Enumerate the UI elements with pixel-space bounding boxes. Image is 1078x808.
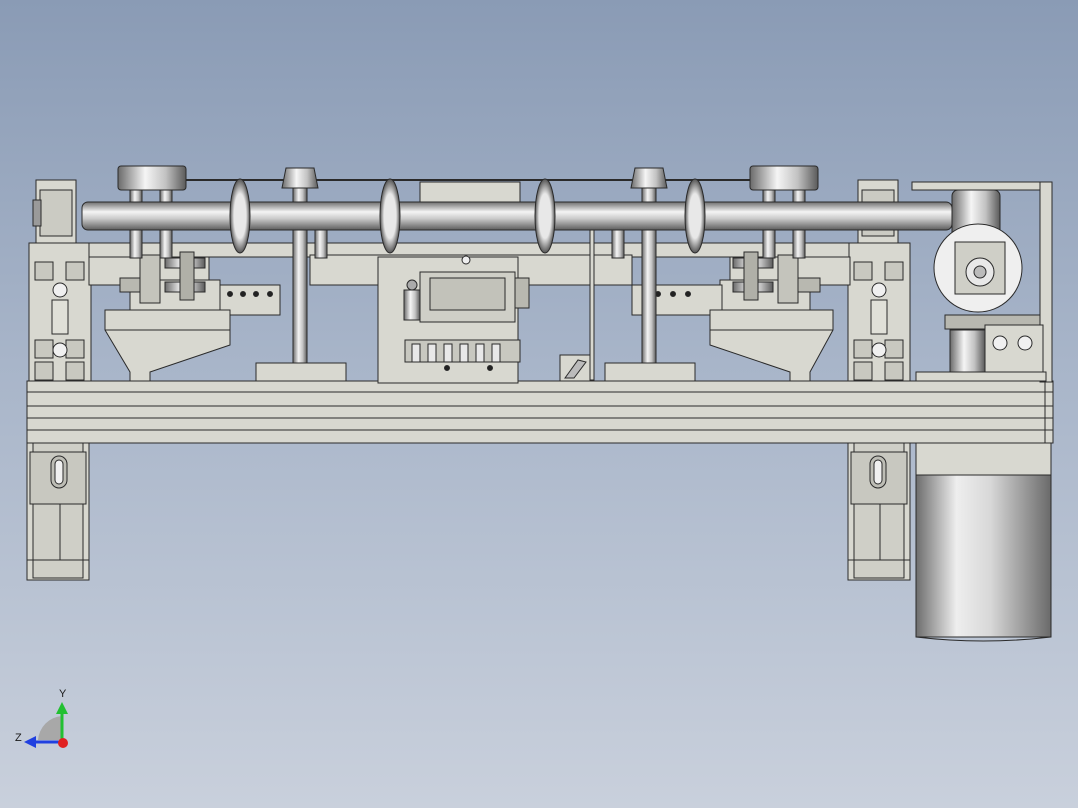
center-slot-profile (589, 229, 595, 381)
cad-viewport[interactable]: Y Z (0, 0, 1078, 808)
left-leg (26, 442, 90, 581)
triad-y-arrow (56, 702, 68, 714)
main-beam (26, 380, 1054, 444)
orientation-triad (24, 702, 68, 748)
triad-plane-shading (38, 716, 62, 740)
triad-y-label: Y (59, 688, 67, 700)
triad-z-arrow (24, 736, 36, 748)
cad-model-drawing (24, 165, 1054, 748)
triad-z-label: Z (15, 732, 22, 744)
gear-motor (915, 442, 1052, 642)
left-rod-base (255, 362, 347, 382)
right-rod-base (604, 362, 696, 382)
right-leg (847, 442, 911, 581)
triad-x-origin (58, 738, 68, 748)
right-hopper-bracket (631, 256, 851, 382)
